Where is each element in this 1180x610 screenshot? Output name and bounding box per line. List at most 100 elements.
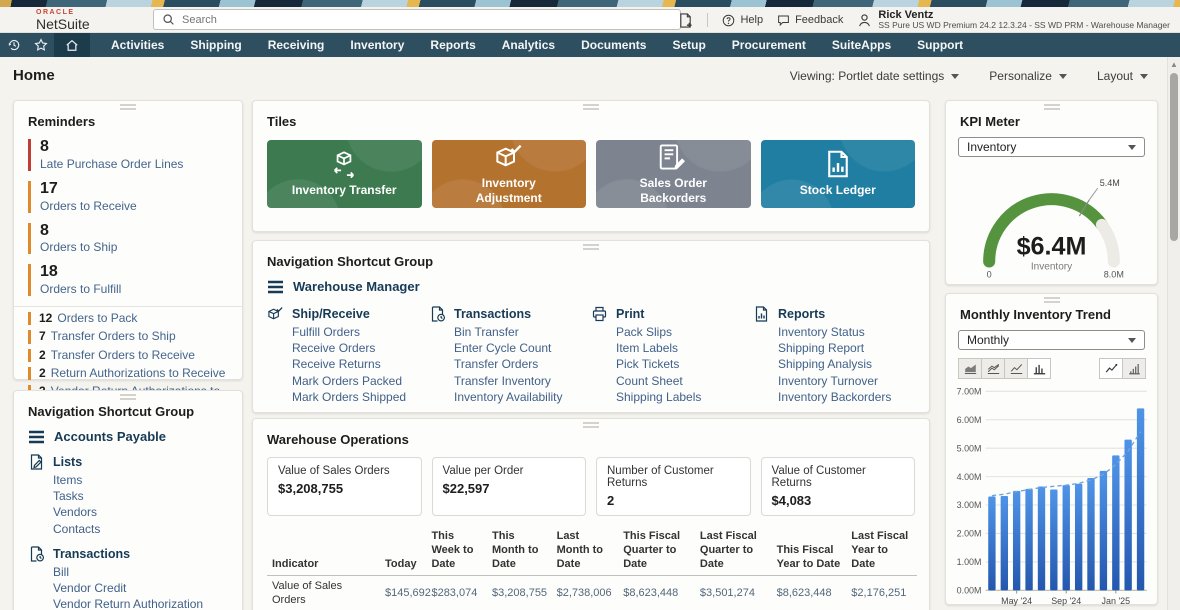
nsg-link-mark-orders-packed[interactable]: Mark Orders Packed (292, 375, 429, 388)
nav-item-analytics[interactable]: Analytics (489, 38, 568, 52)
nsg-link-receive-orders[interactable]: Receive Orders (292, 342, 429, 355)
chart-type-bar-chart-button[interactable] (1027, 358, 1051, 379)
nsg-link-pack-slips[interactable]: Pack Slips (616, 326, 753, 339)
nsg-link-inventory-backorders[interactable]: Inventory Backorders (778, 391, 915, 404)
ops-value-cell[interactable]: $283,074 (426, 576, 487, 610)
nav-item-reports[interactable]: Reports (417, 38, 488, 52)
nav-item-setup[interactable]: Setup (659, 38, 718, 52)
user-menu[interactable]: Rick Ventz SS Pure US WD Premium 24.2 12… (857, 9, 1170, 31)
reminder-late-purchase-order-lines[interactable]: 8 Late Purchase Order Lines (28, 139, 242, 171)
nsg-link-vendors[interactable]: Vendors (53, 506, 228, 519)
nsg-link-inventory-availability[interactable]: Inventory Availability (454, 391, 591, 404)
nsg-link-vendor-return-authorization[interactable]: Vendor Return Authorization (53, 598, 228, 610)
nsg-link-vendor-credit[interactable]: Vendor Credit (53, 582, 228, 595)
scrollbar-thumb[interactable] (1170, 73, 1178, 241)
nsg-heading-ship-receive: Ship/Receive (267, 306, 429, 322)
ops-value-cell[interactable]: $3,208,755 (487, 576, 552, 610)
nsg-link-transfer-inventory[interactable]: Transfer Inventory (454, 375, 591, 388)
feedback-button[interactable]: Feedback (777, 14, 843, 27)
nsg-link-fulfill-orders[interactable]: Fulfill Orders (292, 326, 429, 339)
reminder-label: Orders to Receive (40, 199, 242, 213)
recent-records-button[interactable] (0, 33, 27, 57)
new-document-icon[interactable] (678, 13, 693, 28)
nav-item-activities[interactable]: Activities (98, 38, 177, 52)
ops-card-value: $22,597 (443, 481, 576, 496)
portlet-drag-handle[interactable] (583, 422, 599, 428)
reminder-orders-to-ship[interactable]: 8 Orders to Ship (28, 223, 242, 255)
nsg-link-bin-transfer[interactable]: Bin Transfer (454, 326, 591, 339)
personalize-dropdown[interactable]: Personalize (989, 69, 1067, 83)
nav-item-shipping[interactable]: Shipping (177, 38, 254, 52)
nsg-link-inventory-turnover[interactable]: Inventory Turnover (778, 375, 915, 388)
shortcuts-star-button[interactable] (27, 33, 54, 57)
tile-stock-ledger[interactable]: Stock Ledger (761, 140, 916, 208)
chevron-down-icon (1140, 74, 1148, 79)
chart-type-area-chart-button[interactable] (958, 358, 982, 379)
nav-item-inventory[interactable]: Inventory (337, 38, 417, 52)
global-search[interactable] (153, 9, 681, 30)
ops-value-cell[interactable]: $3,501,274 (695, 576, 772, 610)
nsg-link-item-labels[interactable]: Item Labels (616, 342, 753, 355)
reminder-return-authorizations-to-receive[interactable]: 2Return Authorizations to Receive (28, 367, 242, 380)
reminder-label: Late Purchase Order Lines (40, 157, 242, 171)
bar-aug-24 (1050, 489, 1057, 590)
nsg-link-tasks[interactable]: Tasks (53, 490, 228, 503)
nsg-link-transfer-orders[interactable]: Transfer Orders (454, 358, 591, 371)
nsg-link-inventory-status[interactable]: Inventory Status (778, 326, 915, 339)
nsg-link-enter-cycle-count[interactable]: Enter Cycle Count (454, 342, 591, 355)
nav-item-procurement[interactable]: Procurement (719, 38, 819, 52)
nsg-link-shipping-labels[interactable]: Shipping Labels (616, 391, 753, 404)
search-input[interactable] (182, 14, 672, 26)
shortcut-group-label[interactable]: Warehouse Manager (253, 269, 929, 294)
portlet-monthly-inventory-trend: Monthly Inventory Trend Monthly 0.00M1.0… (945, 293, 1158, 605)
chart-type-line-chart-button[interactable] (1004, 358, 1028, 379)
nav-item-support[interactable]: Support (904, 38, 976, 52)
portlet-drag-handle[interactable] (1044, 297, 1060, 303)
nsg-link-contacts[interactable]: Contacts (53, 523, 228, 536)
nav-item-receiving[interactable]: Receiving (255, 38, 338, 52)
reminder-orders-to-fulfill[interactable]: 18 Orders to Fulfill (28, 264, 242, 296)
tile-inventory-transfer[interactable]: Inventory Transfer (267, 140, 422, 208)
nsg-link-receive-returns[interactable]: Receive Returns (292, 358, 429, 371)
nsg-link-mark-orders-shipped[interactable]: Mark Orders Shipped (292, 391, 429, 404)
doc-clock-icon (429, 306, 446, 322)
reminder-orders-to-pack[interactable]: 12Orders to Pack (28, 312, 242, 325)
vertical-scrollbar[interactable]: ▲ (1167, 57, 1180, 610)
ops-value-cell[interactable]: $8,623,448 (772, 576, 847, 610)
home-button[interactable] (54, 33, 90, 57)
ops-value-cell[interactable]: $2,176,251 (846, 576, 917, 610)
trend-period-select[interactable]: Monthly (958, 330, 1145, 350)
reminder-orders-to-receive[interactable]: 17 Orders to Receive (28, 181, 242, 213)
nav-item-suiteapps[interactable]: SuiteApps (819, 38, 904, 52)
ops-value-cell[interactable]: $8,623,448 (618, 576, 695, 610)
nsg-link-items[interactable]: Items (53, 474, 228, 487)
tile-sales-order-backorders[interactable]: Sales Order Backorders (596, 140, 751, 208)
nav-item-documents[interactable]: Documents (568, 38, 659, 52)
portlet-drag-handle[interactable] (583, 244, 599, 250)
ops-value-cell[interactable]: $145,692 (380, 576, 426, 610)
portlet-drag-handle[interactable] (1044, 104, 1060, 110)
tile-inventory-adjustment[interactable]: Inventory Adjustment (432, 140, 587, 208)
chart-type-line-trend-button[interactable] (1099, 358, 1123, 379)
portlet-drag-handle[interactable] (120, 394, 136, 400)
viewing-dropdown[interactable]: Viewing: Portlet date settings (790, 69, 960, 83)
reminder-transfer-orders-to-receive[interactable]: 2Transfer Orders to Receive (28, 349, 242, 362)
nsg-link-bill[interactable]: Bill (53, 566, 228, 579)
tile-label: Inventory Transfer (292, 183, 397, 197)
shortcut-group-label[interactable]: Accounts Payable (14, 419, 242, 444)
nsg-link-shipping-report[interactable]: Shipping Report (778, 342, 915, 355)
ops-value-cell[interactable]: $2,738,006 (552, 576, 619, 610)
scroll-up-arrow[interactable]: ▲ (1168, 57, 1180, 69)
layout-dropdown[interactable]: Layout (1097, 69, 1148, 83)
nsg-link-pick-tickets[interactable]: Pick Tickets (616, 358, 753, 371)
gauge-caption: Inventory (1031, 262, 1072, 273)
kpi-metric-select[interactable]: Inventory (958, 137, 1145, 157)
chart-type-bar-growth-button[interactable] (1122, 358, 1146, 379)
reminder-transfer-orders-to-ship[interactable]: 7Transfer Orders to Ship (28, 330, 242, 343)
nsg-link-shipping-analysis[interactable]: Shipping Analysis (778, 358, 915, 371)
portlet-drag-handle[interactable] (120, 104, 136, 110)
portlet-drag-handle[interactable] (583, 104, 599, 110)
chart-type-multi-line-chart-button[interactable] (981, 358, 1005, 379)
nsg-link-count-sheet[interactable]: Count Sheet (616, 375, 753, 388)
help-button[interactable]: Help (722, 14, 763, 27)
